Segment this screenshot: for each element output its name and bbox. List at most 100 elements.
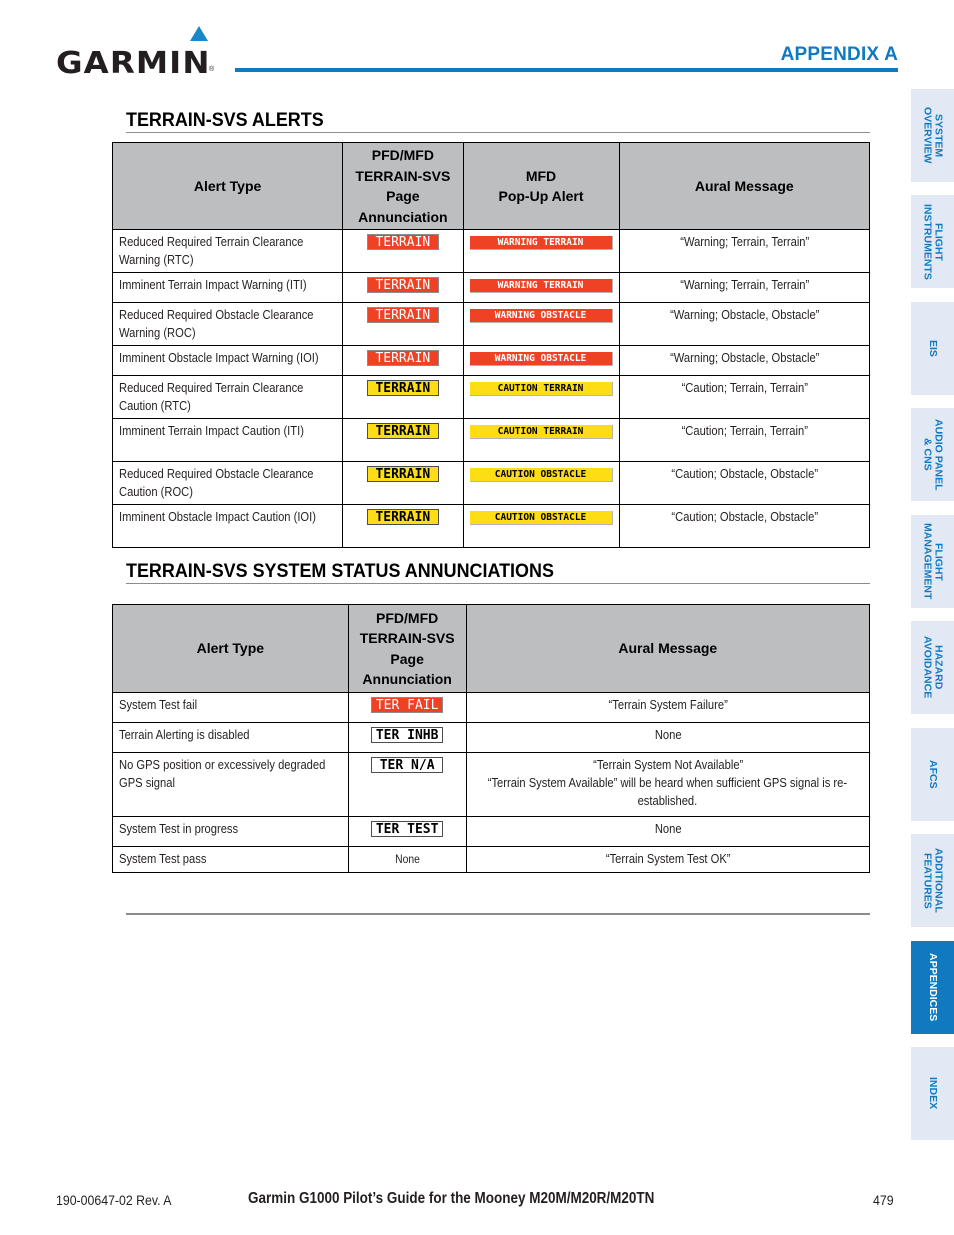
aural-message: “Terrain System Failure”: [608, 697, 728, 712]
pfd-annunciation-badge: TERRAIN: [366, 234, 439, 250]
alert-type: Imminent Terrain Impact Caution (ITI): [119, 423, 304, 438]
alert-type: Reduced Required Terrain Clearance Warni…: [119, 234, 304, 267]
side-tab-index[interactable]: INDEX: [911, 1047, 954, 1140]
side-tab-audio-panel-cns[interactable]: AUDIO PANEL & CNS: [911, 408, 954, 501]
mfd-popup-cell: WARNING TERRAIN: [462, 229, 620, 273]
status-section-rule: [126, 583, 870, 584]
aural-message-cell: None: [465, 722, 871, 753]
aural-message: “Warning; Terrain, Terrain”: [679, 277, 809, 292]
alert-type-cell: Reduced Required Obstacle Clearance Caut…: [111, 461, 344, 505]
alert-row: Reduced Required Obstacle Clearance Warn…: [111, 302, 871, 346]
status-row: System Test fail TER FAIL “Terrain System …: [112, 692, 871, 723]
mfd-popup-badge: CAUTION TERRAIN: [469, 382, 613, 396]
side-tab-eis[interactable]: EIS: [911, 302, 954, 395]
pfd-annunciation-badge: TERRAIN: [366, 466, 439, 482]
mfd-popup-cell: CAUTION TERRAIN: [462, 375, 620, 419]
alert-type-cell: Imminent Obstacle Impact Warning (IOI): [111, 345, 344, 376]
aural-message-cell: “Terrain System Failure”: [465, 692, 871, 723]
header-line: Annunciation: [362, 671, 452, 687]
mfd-popup-badge: WARNING OBSTACLE: [469, 352, 613, 366]
alert-type-cell: Terrain Alerting is disabled: [112, 722, 349, 753]
status-header-row: Alert Type PFD/MFD TERRAIN-SVS Page Annu…: [112, 604, 871, 693]
aural-message-cell: “Caution; Obstacle, Obstacle”: [618, 504, 871, 548]
garmin-logo: GARMIN ®: [56, 26, 218, 81]
pfd-annunciation-badge: TER FAIL: [371, 697, 444, 713]
pfd-annunciation-cell: None: [347, 846, 467, 873]
side-tab-system-overview[interactable]: SYSTEM OVERVIEW: [911, 89, 954, 182]
alert-type: Imminent Obstacle Impact Warning (IOI): [119, 350, 319, 365]
side-tab-flight-instruments[interactable]: FLIGHT INSTRUMENTS: [911, 195, 954, 288]
alert-type: System Test fail: [119, 697, 198, 712]
side-tab-label: SYSTEM OVERVIEW: [921, 107, 945, 164]
side-tab-appendices[interactable]: APPENDICES: [911, 941, 954, 1034]
appendix-title: APPENDIX A: [780, 44, 898, 65]
side-tab-label: AUDIO PANEL & CNS: [921, 418, 945, 491]
mfd-popup-badge: CAUTION TERRAIN: [469, 425, 613, 439]
mfd-popup-cell: WARNING OBSTACLE: [462, 302, 620, 346]
side-tab-afcs[interactable]: AFCS: [911, 728, 954, 821]
doc-title: Garmin G1000 Pilot’s Guide for the Moone…: [248, 1190, 655, 1207]
side-tab-hazard-avoidance[interactable]: HAZARD AVOIDANCE: [911, 621, 954, 714]
alerts-section-rule: [126, 132, 870, 133]
pfd-annunciation-badge: TERRAIN: [366, 277, 439, 293]
col-header-pfd-annunciation: PFD/MFD TERRAIN-SVS Page Annunciation: [342, 142, 464, 230]
aural-message: “Caution; Obstacle, Obstacle”: [670, 466, 818, 481]
alert-row: Imminent Terrain Impact Warning (ITI) TER…: [111, 272, 871, 303]
pfd-annunciation-badge: TERRAIN: [366, 423, 439, 439]
mfd-popup-cell: CAUTION OBSTACLE: [462, 504, 620, 548]
aural-message: None: [654, 727, 682, 742]
alerts-header-row: Alert Type PFD/MFD TERRAIN-SVS Page Annu…: [111, 142, 871, 230]
aural-message: “Terrain System Test OK”: [605, 851, 731, 866]
header-line: Page: [386, 188, 420, 204]
aural-message: “Caution; Terrain, Terrain”: [681, 423, 808, 438]
mfd-popup-cell: WARNING OBSTACLE: [462, 345, 620, 376]
page-number: 479: [873, 1192, 894, 1208]
side-tab-label: EIS: [927, 340, 939, 357]
aural-message: “Terrain System Available” will be heard…: [488, 775, 848, 808]
side-tab-flight-management[interactable]: FLIGHT MANAGEMENT: [911, 515, 954, 608]
col-header-aural-message: Aural Message: [618, 142, 871, 230]
aural-message: “Caution; Terrain, Terrain”: [681, 380, 808, 395]
pfd-annunciation-cell: TERRAIN: [342, 375, 464, 419]
pfd-annunciation-cell: TERRAIN: [342, 272, 464, 303]
status-section-title: TERRAIN-SVS SYSTEM STATUS ANNUNCIATIONS: [126, 560, 554, 582]
doc-number: 190-00647-02 Rev. A: [56, 1192, 172, 1208]
alerts-table: Alert Type PFD/MFD TERRAIN-SVS Page Annu…: [111, 142, 871, 548]
alert-type: Reduced Required Obstacle Clearance Warn…: [119, 307, 314, 340]
pfd-annunciation-cell: TERRAIN: [342, 418, 464, 462]
mfd-popup-badge: CAUTION OBSTACLE: [469, 511, 613, 525]
aural-message-cell: “Caution; Terrain, Terrain”: [618, 418, 871, 462]
header-line: Annunciation: [358, 208, 448, 225]
alert-row: Imminent Obstacle Impact Caution (IOI) TE…: [111, 504, 871, 548]
mfd-popup-badge: WARNING TERRAIN: [469, 236, 613, 250]
side-tab-label: AFCS: [927, 760, 939, 789]
pfd-annunciation-cell: TERRAIN: [342, 504, 464, 548]
aural-message-cell: “Caution; Terrain, Terrain”: [618, 375, 871, 419]
header-line: PFD/MFD: [371, 147, 434, 163]
header-line: Page: [390, 650, 424, 667]
side-tab-label: APPENDICES: [927, 953, 939, 1022]
aural-message-cell: “Terrain System Not Available” “Terrain S…: [465, 752, 871, 817]
status-row: Terrain Alerting is disabled TER INHB None: [112, 722, 871, 753]
aural-message-cell: None: [465, 816, 871, 847]
pfd-annunciation-badge: TERRAIN: [366, 350, 439, 366]
side-tab-label: ADDITIONAL FEATURES: [921, 848, 945, 913]
alert-type: Terrain Alerting is disabled: [119, 727, 250, 742]
status-table: Alert Type PFD/MFD TERRAIN-SVS Page Annu…: [112, 604, 871, 873]
aural-message-cell: “Warning; Obstacle, Obstacle”: [618, 345, 871, 376]
aural-message: “Warning; Obstacle, Obstacle”: [669, 307, 819, 322]
alert-row: Imminent Terrain Impact Caution (ITI) TER…: [111, 418, 871, 462]
alert-type: No GPS position or excessively degraded …: [119, 757, 326, 790]
alerts-section-title: TERRAIN-SVS ALERTS: [126, 109, 324, 131]
pfd-annunciation-badge: TER TEST: [371, 821, 444, 837]
alert-type-cell: Reduced Required Terrain Clearance Warni…: [111, 229, 344, 273]
pfd-annunciation-cell: TER INHB: [347, 722, 467, 753]
alert-type-cell: System Test fail: [112, 692, 349, 723]
side-tab-label: INDEX: [927, 1077, 939, 1110]
status-row: System Test pass None “Terrain System Test…: [112, 846, 871, 873]
side-tab-additional-features[interactable]: ADDITIONAL FEATURES: [911, 834, 954, 927]
aural-message-cell: “Terrain System Test OK”: [465, 846, 871, 873]
header-line: TERRAIN-SVS: [359, 630, 455, 646]
aural-message: “Warning; Obstacle, Obstacle”: [669, 350, 819, 365]
alert-type: System Test pass: [119, 851, 207, 866]
